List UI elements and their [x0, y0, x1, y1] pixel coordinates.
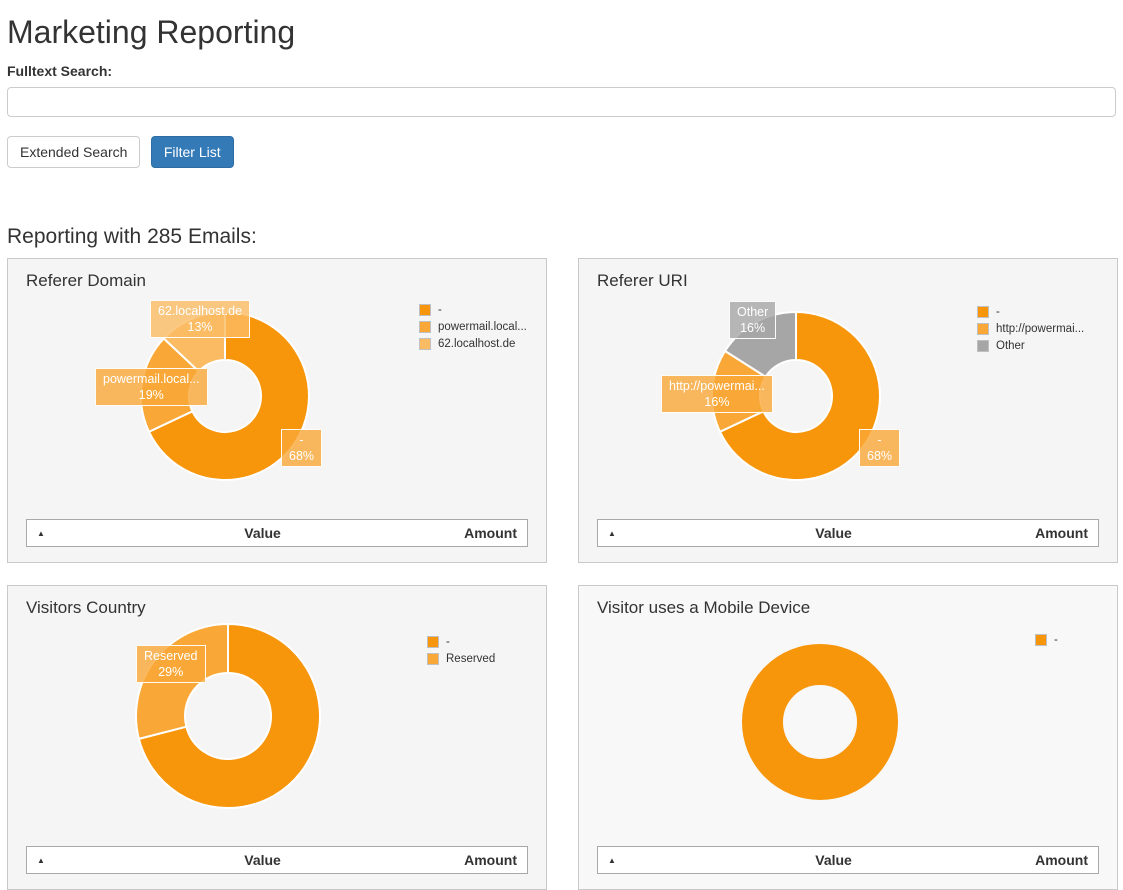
slice-label-line: 29%	[144, 664, 198, 680]
column-header-amount[interactable]: Amount	[1035, 525, 1088, 541]
slice-label: http://powermai...16%	[661, 375, 773, 413]
slice-label-line: Other	[737, 304, 768, 320]
slice-label: Reserved29%	[136, 645, 206, 683]
legend-swatch-icon	[427, 653, 439, 665]
reports-grid: Referer Domain62.localhost.de13%powermai…	[7, 258, 1116, 890]
results-table-header: ▲ValueAmount	[26, 519, 528, 547]
legend-label: -	[438, 304, 442, 316]
legend-label: http://powermai...	[996, 323, 1084, 335]
slice-label: 62.localhost.de13%	[150, 300, 250, 338]
slice-label-line: powermail.local...	[103, 371, 200, 387]
page-title: Marketing Reporting	[7, 14, 1116, 51]
legend-swatch-icon	[419, 304, 431, 316]
legend-swatch-icon	[977, 340, 989, 352]
legend-item[interactable]: powermail.local...	[419, 318, 527, 335]
visitor-mobile-device-donut-chart: -	[597, 626, 1099, 846]
slice-label: powermail.local...19%	[95, 368, 208, 406]
panel-visitor-mobile-device: Visitor uses a Mobile Device - ▲ValueAmoun…	[578, 585, 1118, 890]
slice-label-line: -	[867, 432, 892, 448]
slice-label: -68%	[281, 429, 322, 467]
column-header-amount[interactable]: Amount	[464, 525, 517, 541]
legend-swatch-icon	[977, 306, 989, 318]
legend-label: 62.localhost.de	[438, 338, 515, 350]
visitor-mobile-device-donut-svg	[597, 626, 1099, 846]
legend-swatch-icon	[427, 636, 439, 648]
column-header-value[interactable]: Value	[61, 852, 464, 868]
slice-label: Other16%	[729, 301, 776, 339]
legend-swatch-icon	[419, 321, 431, 333]
panel-title-visitor-mobile-device: Visitor uses a Mobile Device	[597, 598, 1099, 618]
extended-search-button[interactable]: Extended Search	[7, 136, 140, 168]
slice-label-line: http://powermai...	[669, 378, 765, 394]
legend-item[interactable]: 62.localhost.de	[419, 335, 527, 352]
page-container: Marketing Reporting Fulltext Search: Ext…	[0, 0, 1123, 890]
column-header-value[interactable]: Value	[61, 525, 464, 541]
column-header-amount[interactable]: Amount	[464, 852, 517, 868]
legend-label: powermail.local...	[438, 321, 527, 333]
legend-label: Other	[996, 340, 1025, 352]
referer-domain-donut-chart: 62.localhost.de13%powermail.local...19%-…	[26, 299, 528, 519]
panel-visitors-country: Visitors CountryReserved29%-Reserved▲Val…	[7, 585, 547, 890]
slice-label-line: 68%	[867, 448, 892, 464]
legend-swatch-icon	[419, 338, 431, 350]
column-header-value[interactable]: Value	[632, 525, 1035, 541]
panel-referer-uri: Referer URIOther16%http://powermai...16%…	[578, 258, 1118, 563]
legend-item[interactable]: Other	[977, 337, 1084, 354]
slice-label-line: 13%	[158, 319, 242, 335]
legend-item[interactable]: -	[1035, 631, 1058, 648]
legend-label: -	[1054, 634, 1058, 646]
sort-asc-icon[interactable]: ▲	[608, 529, 632, 538]
panel-referer-domain: Referer Domain62.localhost.de13%powermai…	[7, 258, 547, 563]
legend-item[interactable]: -	[427, 633, 495, 650]
filter-list-button[interactable]: Filter List	[151, 136, 234, 168]
legend-item[interactable]: -	[977, 303, 1084, 320]
slice-label-line: 68%	[289, 448, 314, 464]
legend-label: -	[446, 636, 450, 648]
legend-label: -	[996, 306, 1000, 318]
column-header-amount[interactable]: Amount	[1035, 852, 1088, 868]
fulltext-search-input[interactable]	[7, 87, 1116, 117]
slice-label-line: 19%	[103, 387, 200, 403]
results-table-header: ▲ValueAmount	[597, 846, 1099, 874]
panel-title-referer-uri: Referer URI	[597, 271, 1099, 291]
slice-label-line: -	[289, 432, 314, 448]
slice-label: -68%	[859, 429, 900, 467]
column-header-value[interactable]: Value	[632, 852, 1035, 868]
legend-item[interactable]: -	[419, 301, 527, 318]
chart-legend: -	[1035, 631, 1058, 648]
slice-label-line: 62.localhost.de	[158, 303, 242, 319]
results-table-header: ▲ValueAmount	[26, 846, 528, 874]
chart-legend: - http://powermai... Other	[977, 303, 1084, 354]
section-heading: Reporting with 285 Emails:	[7, 225, 1116, 249]
fulltext-search-label: Fulltext Search:	[7, 63, 1116, 79]
sort-asc-icon[interactable]: ▲	[37, 529, 61, 538]
visitors-country-donut-chart: Reserved29%-Reserved	[26, 626, 528, 846]
search-buttons-row: Extended Search Filter List	[7, 136, 1116, 168]
chart-legend: - powermail.local... 62.localhost.de	[419, 301, 527, 352]
legend-swatch-icon	[977, 323, 989, 335]
slice-label-line: 16%	[737, 320, 768, 336]
results-table-header: ▲ValueAmount	[597, 519, 1099, 547]
slice-label-line: Reserved	[144, 648, 198, 664]
sort-asc-icon[interactable]: ▲	[37, 856, 61, 865]
legend-item[interactable]: Reserved	[427, 650, 495, 667]
slice-label-line: 16%	[669, 394, 765, 410]
pie-slice[interactable]	[763, 665, 878, 780]
legend-label: Reserved	[446, 653, 495, 665]
panel-title-referer-domain: Referer Domain	[26, 271, 528, 291]
chart-legend: - Reserved	[427, 633, 495, 667]
referer-uri-donut-chart: Other16%http://powermai...16%-68%-http:/…	[597, 299, 1099, 519]
legend-swatch-icon	[1035, 634, 1047, 646]
sort-asc-icon[interactable]: ▲	[608, 856, 632, 865]
legend-item[interactable]: http://powermai...	[977, 320, 1084, 337]
panel-title-visitors-country: Visitors Country	[26, 598, 528, 618]
